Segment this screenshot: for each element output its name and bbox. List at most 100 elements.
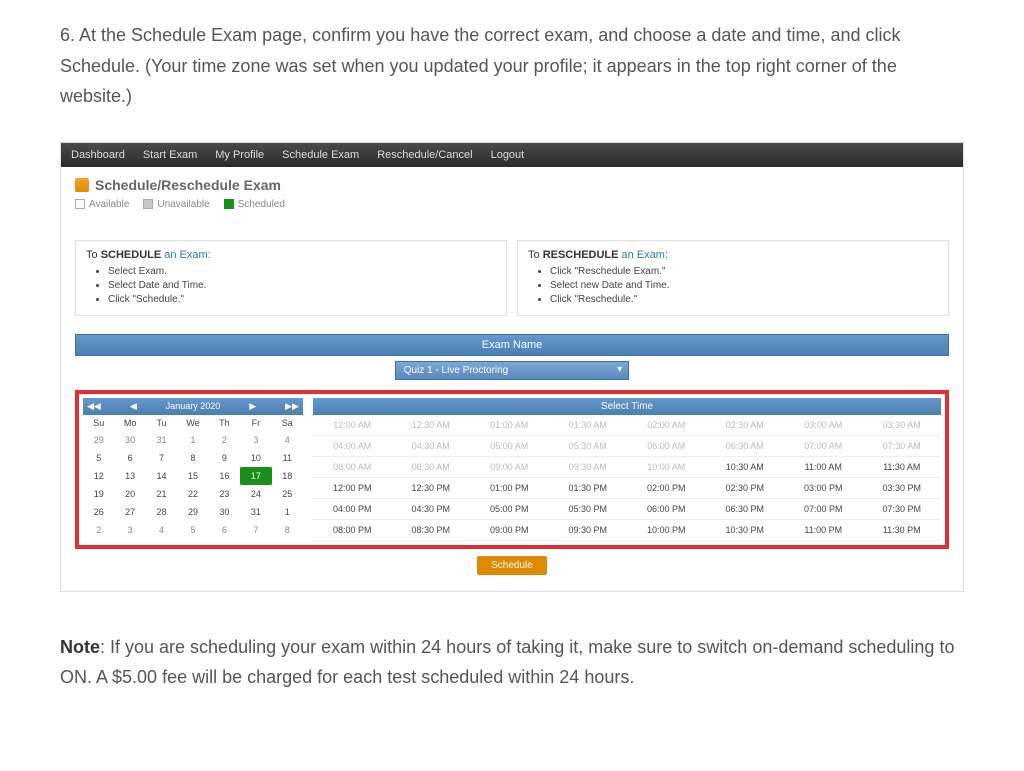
nav-my-profile[interactable]: My Profile bbox=[215, 149, 264, 161]
cal-day[interactable]: 8 bbox=[177, 449, 208, 467]
time-slot: 06:30 AM bbox=[706, 436, 785, 457]
cal-day[interactable]: 4 bbox=[146, 521, 177, 539]
time-slot[interactable]: 10:30 AM bbox=[706, 457, 785, 478]
nav-dashboard[interactable]: Dashboard bbox=[71, 149, 125, 161]
nav-schedule-exam[interactable]: Schedule Exam bbox=[282, 149, 359, 161]
legend-available: Available bbox=[75, 199, 129, 210]
cal-day[interactable]: 29 bbox=[177, 503, 208, 521]
cal-day[interactable]: 4 bbox=[272, 431, 303, 449]
cal-day[interactable]: 9 bbox=[209, 449, 240, 467]
time-slot[interactable]: 09:30 PM bbox=[549, 520, 628, 541]
cal-day[interactable]: 31 bbox=[240, 503, 271, 521]
page-title-text: Schedule/Reschedule Exam bbox=[95, 177, 281, 193]
time-slot[interactable]: 06:30 PM bbox=[706, 499, 785, 520]
time-selector: Select Time 12:00 AM12:30 AM01:00 AM01:3… bbox=[313, 398, 941, 541]
time-slot[interactable]: 01:30 PM bbox=[549, 478, 628, 499]
time-slot[interactable]: 04:00 PM bbox=[313, 499, 392, 520]
cal-day[interactable]: 27 bbox=[114, 503, 145, 521]
time-slot[interactable]: 02:30 PM bbox=[706, 478, 785, 499]
list-item: Select new Date and Time. bbox=[550, 279, 938, 293]
time-slot[interactable]: 04:30 PM bbox=[392, 499, 471, 520]
cal-next-month[interactable]: ▶ bbox=[249, 401, 256, 412]
time-slot: 12:00 AM bbox=[313, 415, 392, 436]
cal-dow: We bbox=[177, 415, 208, 431]
cal-day[interactable]: 8 bbox=[272, 521, 303, 539]
cal-prev-year[interactable]: ◀◀ bbox=[87, 401, 101, 412]
time-slot: 08:00 AM bbox=[313, 457, 392, 478]
time-slot[interactable]: 11:00 PM bbox=[784, 520, 863, 541]
time-slot[interactable]: 02:00 PM bbox=[627, 478, 706, 499]
time-slot[interactable]: 10:30 PM bbox=[706, 520, 785, 541]
list-item: Click "Schedule." bbox=[108, 293, 496, 307]
cal-day[interactable]: 2 bbox=[83, 521, 114, 539]
cal-day[interactable]: 7 bbox=[146, 449, 177, 467]
cal-next-year[interactable]: ▶▶ bbox=[285, 401, 299, 412]
time-slot[interactable]: 03:00 PM bbox=[784, 478, 863, 499]
note-text: Note: If you are scheduling your exam wi… bbox=[60, 632, 964, 693]
cal-day[interactable]: 24 bbox=[240, 485, 271, 503]
cal-day[interactable]: 23 bbox=[209, 485, 240, 503]
cal-day[interactable]: 2 bbox=[209, 431, 240, 449]
select-time-header: Select Time bbox=[313, 398, 941, 415]
cal-day[interactable]: 30 bbox=[209, 503, 240, 521]
exam-dropdown[interactable]: Quiz 1 - Live Proctoring bbox=[395, 361, 630, 380]
nav-start-exam[interactable]: Start Exam bbox=[143, 149, 197, 161]
time-slot[interactable]: 12:30 PM bbox=[392, 478, 471, 499]
cal-day[interactable]: 14 bbox=[146, 467, 177, 485]
cal-day[interactable]: 21 bbox=[146, 485, 177, 503]
cal-day[interactable]: 3 bbox=[240, 431, 271, 449]
cal-day[interactable]: 6 bbox=[114, 449, 145, 467]
time-slot[interactable]: 11:00 AM bbox=[784, 457, 863, 478]
cal-day[interactable]: 1 bbox=[272, 503, 303, 521]
time-slot[interactable]: 11:30 AM bbox=[863, 457, 942, 478]
cal-day[interactable]: 7 bbox=[240, 521, 271, 539]
cal-day[interactable]: 31 bbox=[146, 431, 177, 449]
time-slot: 05:30 AM bbox=[549, 436, 628, 457]
cal-day[interactable]: 5 bbox=[83, 449, 114, 467]
cal-prev-month[interactable]: ◀ bbox=[130, 401, 137, 412]
time-slot: 09:30 AM bbox=[549, 457, 628, 478]
cal-day[interactable]: 3 bbox=[114, 521, 145, 539]
time-slot[interactable]: 03:30 PM bbox=[863, 478, 942, 499]
cal-day[interactable]: 11 bbox=[272, 449, 303, 467]
cal-day[interactable]: 29 bbox=[83, 431, 114, 449]
cal-day[interactable]: 6 bbox=[209, 521, 240, 539]
cal-day[interactable]: 12 bbox=[83, 467, 114, 485]
cal-day[interactable]: 30 bbox=[114, 431, 145, 449]
cal-day[interactable]: 15 bbox=[177, 467, 208, 485]
cal-day[interactable]: 25 bbox=[272, 485, 303, 503]
nav-logout[interactable]: Logout bbox=[491, 149, 525, 161]
cal-day[interactable]: 19 bbox=[83, 485, 114, 503]
cal-dow: Su bbox=[83, 415, 114, 431]
time-slot[interactable]: 07:00 PM bbox=[784, 499, 863, 520]
time-slot[interactable]: 07:30 PM bbox=[863, 499, 942, 520]
time-slot[interactable]: 11:30 PM bbox=[863, 520, 942, 541]
time-slot[interactable]: 06:00 PM bbox=[627, 499, 706, 520]
schedule-button[interactable]: Schedule bbox=[477, 556, 547, 575]
cal-day[interactable]: 16 bbox=[209, 467, 240, 485]
time-slot[interactable]: 08:30 PM bbox=[392, 520, 471, 541]
cal-day[interactable]: 20 bbox=[114, 485, 145, 503]
cal-day[interactable]: 22 bbox=[177, 485, 208, 503]
cal-dow: Th bbox=[209, 415, 240, 431]
cal-day[interactable]: 13 bbox=[114, 467, 145, 485]
time-slot: 08:30 AM bbox=[392, 457, 471, 478]
cal-day[interactable]: 17 bbox=[240, 467, 271, 485]
cal-day[interactable]: 5 bbox=[177, 521, 208, 539]
legend-unavailable: Unavailable bbox=[143, 199, 209, 210]
highlight-frame: ◀◀ ◀ January 2020 ▶ ▶▶ SuMoTuWeThFrSa293… bbox=[75, 390, 949, 549]
time-slot[interactable]: 12:00 PM bbox=[313, 478, 392, 499]
time-slot[interactable]: 10:00 PM bbox=[627, 520, 706, 541]
time-slot[interactable]: 05:30 PM bbox=[549, 499, 628, 520]
time-slot[interactable]: 09:00 PM bbox=[470, 520, 549, 541]
cal-day[interactable]: 28 bbox=[146, 503, 177, 521]
cal-day[interactable]: 1 bbox=[177, 431, 208, 449]
cal-day[interactable]: 26 bbox=[83, 503, 114, 521]
time-slot[interactable]: 01:00 PM bbox=[470, 478, 549, 499]
time-slot[interactable]: 05:00 PM bbox=[470, 499, 549, 520]
cal-day[interactable]: 10 bbox=[240, 449, 271, 467]
exam-scheduler-screenshot: Dashboard Start Exam My Profile Schedule… bbox=[60, 142, 964, 592]
nav-reschedule-cancel[interactable]: Reschedule/Cancel bbox=[377, 149, 472, 161]
cal-day[interactable]: 18 bbox=[272, 467, 303, 485]
time-slot[interactable]: 08:00 PM bbox=[313, 520, 392, 541]
